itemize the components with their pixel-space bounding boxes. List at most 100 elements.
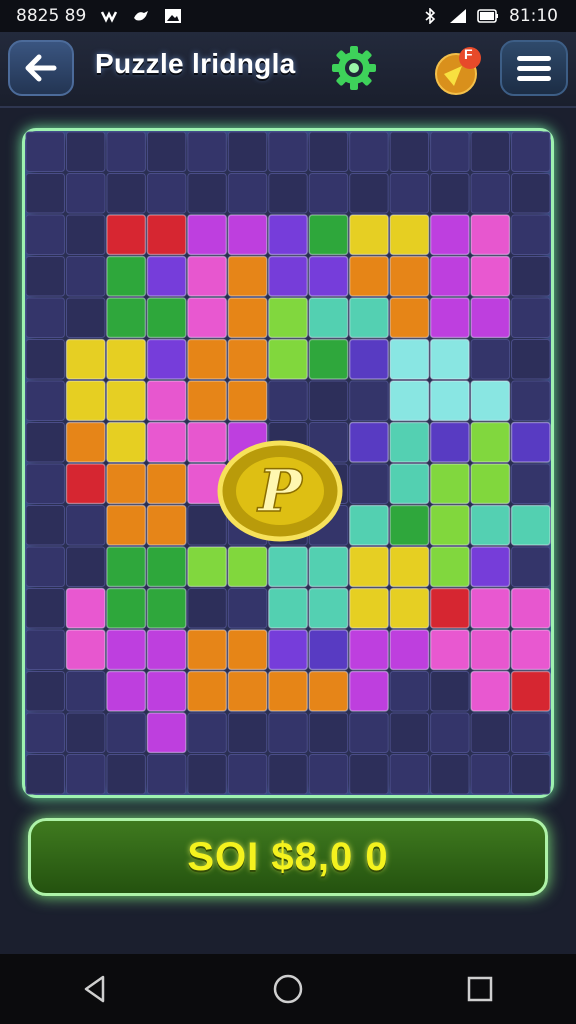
grid-cell — [349, 712, 389, 753]
puzzle-tile — [106, 629, 147, 671]
reward-button[interactable]: F — [432, 44, 484, 96]
nav-recents-icon — [467, 976, 493, 1002]
grid-cell — [268, 380, 308, 421]
puzzle-tile — [187, 670, 228, 712]
grid-cell — [106, 131, 146, 172]
puzzle-tile — [308, 587, 349, 629]
puzzle-tile — [187, 380, 228, 422]
grid-cell — [187, 754, 227, 795]
puzzle-tile — [389, 297, 430, 339]
puzzle-tile — [389, 587, 430, 629]
grid-cell — [65, 671, 106, 712]
puzzle-tile — [429, 504, 470, 546]
puzzle-tile — [308, 338, 349, 380]
grid-cell — [511, 463, 551, 504]
grid-cell — [308, 131, 349, 172]
nav-recents-button[interactable] — [460, 969, 500, 1009]
puzzle-tile — [106, 338, 147, 380]
puzzle-tile — [106, 255, 147, 297]
grid-cell — [65, 754, 106, 795]
grid-cell — [470, 173, 511, 214]
puzzle-tile — [429, 421, 470, 463]
puzzle-tile — [268, 338, 308, 380]
puzzle-tile — [389, 214, 430, 256]
hamburger-menu-icon — [517, 56, 551, 81]
nav-back-button[interactable] — [76, 969, 116, 1009]
puzzle-tile — [470, 421, 511, 463]
puzzle-tile — [348, 629, 389, 671]
puzzle-tile — [106, 214, 147, 256]
grid-cell — [268, 754, 308, 795]
grid-cell — [146, 131, 187, 172]
grid-cell — [511, 297, 551, 338]
puzzle-tile — [187, 297, 228, 339]
battery-icon — [477, 9, 498, 23]
grid-cell — [25, 339, 65, 380]
puzzle-tile — [227, 380, 268, 422]
puzzle-tile — [268, 546, 308, 588]
menu-button[interactable] — [500, 40, 568, 96]
puzzle-tile — [429, 629, 470, 671]
nav-home-button[interactable] — [268, 969, 308, 1009]
grid-cell — [511, 256, 551, 297]
grid-cell — [25, 712, 65, 753]
score-text: SOI $8,0 0 — [187, 834, 389, 879]
grid-cell — [25, 131, 65, 172]
puzzle-tile — [389, 255, 430, 297]
puzzle-tile — [65, 587, 106, 629]
reward-badge-text: F — [464, 46, 473, 62]
top-bar: Puzzle lridngla F — [0, 32, 576, 108]
puzzle-tile — [106, 504, 147, 546]
grid-cell — [430, 712, 470, 753]
grid-cell — [146, 754, 187, 795]
puzzle-tile — [106, 380, 147, 422]
grid-cell — [349, 173, 389, 214]
puzzle-tile — [146, 546, 187, 588]
puzzle-tile — [187, 338, 228, 380]
grid-cell — [227, 754, 268, 795]
puzzle-tile — [470, 380, 511, 422]
puzzle-tile — [146, 214, 187, 256]
grid-cell — [65, 297, 106, 338]
puzzle-tile — [470, 587, 511, 629]
puzzle-tile — [227, 297, 268, 339]
nav-back-icon — [84, 975, 105, 1003]
puzzle-tile — [389, 421, 430, 463]
grid-cell — [65, 256, 106, 297]
grid-cell — [511, 546, 551, 587]
puzzle-tile — [146, 380, 187, 422]
grid-cell — [268, 712, 308, 753]
grid-cell — [349, 754, 389, 795]
grid-cell — [65, 131, 106, 172]
puzzle-tile — [187, 546, 228, 588]
grid-cell — [65, 173, 106, 214]
puzzle-tile — [348, 255, 389, 297]
gear-icon[interactable] — [330, 44, 378, 92]
puzzle-tile — [146, 297, 187, 339]
puzzle-tile — [227, 670, 268, 712]
grid-cell — [65, 505, 106, 546]
puzzle-tile — [510, 587, 551, 629]
puzzle-tile — [65, 338, 106, 380]
grid-cell — [470, 131, 511, 172]
puzzle-tile — [389, 629, 430, 671]
puzzle-tile — [146, 629, 187, 671]
grid-cell — [511, 214, 551, 255]
puzzle-tile — [348, 421, 389, 463]
puzzle-tile — [65, 421, 106, 463]
grid-cell — [25, 588, 65, 629]
grid-cell — [25, 463, 65, 504]
grid-cell — [146, 173, 187, 214]
bluetooth-icon — [425, 8, 436, 24]
status-bar: 8825 89 81:10 — [0, 0, 576, 32]
puzzle-tile — [227, 338, 268, 380]
puzzle-tile — [470, 214, 511, 256]
back-button[interactable] — [8, 40, 74, 96]
grid-cell — [227, 131, 268, 172]
puzzle-tile — [308, 297, 349, 339]
puzzle-grid[interactable]: P — [25, 131, 551, 795]
center-emblem-letter: P — [256, 457, 303, 525]
puzzle-tile — [389, 504, 430, 546]
grid-cell — [308, 754, 349, 795]
grid-cell — [430, 131, 470, 172]
